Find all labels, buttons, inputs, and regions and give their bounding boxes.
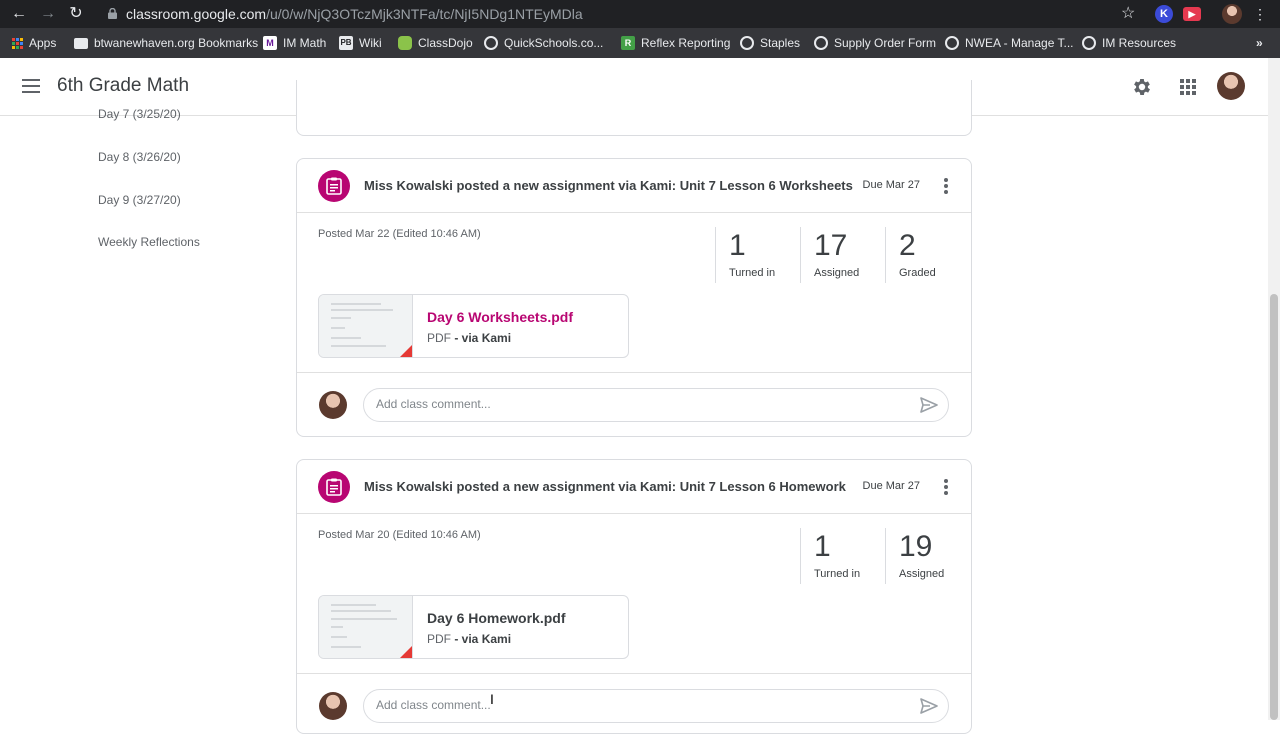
assignment-title[interactable]: Miss Kowalski posted a new assignment vi… <box>364 479 846 494</box>
settings-gear-icon[interactable] <box>1131 76 1153 98</box>
class-title[interactable]: 6th Grade Math <box>57 75 189 97</box>
pdf-corner-icon <box>398 345 412 357</box>
assignment-header[interactable]: Miss Kowalski posted a new assignment vi… <box>297 159 971 213</box>
bookmark-staples[interactable]: Staples <box>740 35 800 51</box>
bookmark-quickschools[interactable]: QuickSchools.co... <box>484 35 603 51</box>
reflex-icon: R <box>621 36 635 50</box>
globe-icon <box>814 36 828 50</box>
attachment-name[interactable]: Day 6 Homework.pdf <box>427 610 565 626</box>
attachment-name[interactable]: Day 6 Worksheets.pdf <box>427 309 573 325</box>
globe-icon <box>484 36 498 50</box>
text-cursor-icon: I <box>490 691 494 707</box>
folder-icon <box>74 37 88 49</box>
bookmark-folder[interactable]: btwanewhaven.org Bookmarks <box>74 35 258 51</box>
stat-turned-in[interactable]: 1 Turned in <box>715 227 801 283</box>
apps-grid-icon <box>12 37 23 49</box>
bookmark-wiki[interactable]: PB Wiki <box>339 35 382 51</box>
pdf-thumbnail <box>319 295 413 357</box>
bookmark-reflex[interactable]: R Reflex Reporting <box>621 35 730 51</box>
stat-assigned[interactable]: 17 Assigned <box>800 227 886 283</box>
record-extension-icon[interactable]: ▶ <box>1183 7 1201 21</box>
topic-day-8[interactable]: Day 8 (3/26/20) <box>98 150 181 164</box>
bookmark-nwea[interactable]: NWEA - Manage T... <box>945 35 1074 51</box>
scrollbar-thumb[interactable] <box>1270 294 1278 720</box>
posted-date: Posted Mar 22 (Edited 10:46 AM) <box>318 228 481 240</box>
globe-icon <box>740 36 754 50</box>
menu-dots-icon[interactable]: ⋮ <box>1250 4 1270 24</box>
google-apps-icon[interactable] <box>1178 77 1198 97</box>
bookmark-im-resources[interactable]: IM Resources <box>1082 35 1176 51</box>
topic-weekly-reflections[interactable]: Weekly Reflections <box>98 235 200 249</box>
bookmark-classdojo[interactable]: ClassDojo <box>398 35 473 51</box>
classdojo-icon <box>398 36 412 50</box>
comment-box[interactable] <box>363 388 949 422</box>
attachment-type: PDF - via Kami <box>427 632 512 646</box>
browser-toolbar: ← → ↻ classroom.google.com/u/0/w/NjQ3OTc… <box>0 0 1280 28</box>
lock-icon <box>108 8 117 19</box>
due-date: Due Mar 27 <box>862 480 920 492</box>
main-menu-icon[interactable] <box>22 79 40 93</box>
topic-day-9[interactable]: Day 9 (3/27/20) <box>98 193 181 207</box>
user-avatar <box>319 692 347 720</box>
class-comment-input[interactable] <box>376 397 896 411</box>
more-options-icon[interactable] <box>944 178 948 194</box>
pdf-thumbnail <box>319 596 413 658</box>
assignment-title[interactable]: Miss Kowalski posted a new assignment vi… <box>364 178 853 193</box>
im-icon: M <box>263 36 277 50</box>
pdf-corner-icon <box>398 646 412 658</box>
bookmarks-bar: Apps btwanewhaven.org Bookmarks M IM Mat… <box>0 28 1280 58</box>
pdf-attachment[interactable]: Day 6 Homework.pdf PDF - via Kami <box>318 595 629 659</box>
star-icon[interactable]: ☆ <box>1121 3 1135 23</box>
assignment-header[interactable]: Miss Kowalski posted a new assignment vi… <box>297 460 971 514</box>
forward-icon[interactable]: → <box>38 4 58 24</box>
url-text: classroom.google.com/u/0/w/NjQ3OTczMjk3N… <box>126 6 583 22</box>
bookmark-apps[interactable]: Apps <box>12 35 56 51</box>
kami-extension-icon[interactable]: K <box>1155 5 1173 23</box>
stat-graded[interactable]: 2 Graded <box>885 227 971 283</box>
globe-icon <box>1082 36 1096 50</box>
address-bar[interactable]: classroom.google.com/u/0/w/NjQ3OTczMjk3N… <box>98 2 1146 26</box>
comment-row <box>297 673 971 737</box>
due-date: Due Mar 27 <box>862 179 920 191</box>
page-scrollbar[interactable] <box>1268 58 1280 720</box>
comment-row <box>297 372 971 436</box>
assignment-card[interactable]: Miss Kowalski posted a new assignment vi… <box>296 459 972 734</box>
user-avatar <box>319 391 347 419</box>
more-bookmarks-icon[interactable]: » <box>1256 35 1263 51</box>
stat-turned-in[interactable]: 1 Turned in <box>800 528 886 584</box>
previous-card <box>296 80 972 136</box>
class-comment-input[interactable] <box>376 698 896 712</box>
stat-assigned[interactable]: 19 Assigned <box>885 528 971 584</box>
assignment-card[interactable]: Miss Kowalski posted a new assignment vi… <box>296 158 972 437</box>
attachment-type: PDF - via Kami <box>427 331 512 345</box>
back-icon[interactable]: ← <box>9 4 29 24</box>
more-options-icon[interactable] <box>944 479 948 495</box>
topic-day-7[interactable]: Day 7 (3/25/20) <box>98 109 181 121</box>
pdf-attachment[interactable]: Day 6 Worksheets.pdf PDF - via Kami <box>318 294 629 358</box>
send-icon[interactable] <box>920 397 938 413</box>
profile-avatar-icon[interactable] <box>1222 4 1242 24</box>
globe-icon <box>945 36 959 50</box>
assignment-icon <box>318 170 350 202</box>
pb-icon: PB <box>339 36 353 50</box>
bookmark-supply-order[interactable]: Supply Order Form <box>814 35 936 51</box>
bookmark-im-math[interactable]: M IM Math <box>263 35 326 51</box>
reload-icon[interactable]: ↻ <box>66 4 86 24</box>
assignment-icon <box>318 471 350 503</box>
send-icon[interactable] <box>920 698 938 714</box>
comment-box[interactable] <box>363 689 949 723</box>
posted-date: Posted Mar 20 (Edited 10:46 AM) <box>318 529 481 541</box>
account-avatar[interactable] <box>1217 72 1245 100</box>
